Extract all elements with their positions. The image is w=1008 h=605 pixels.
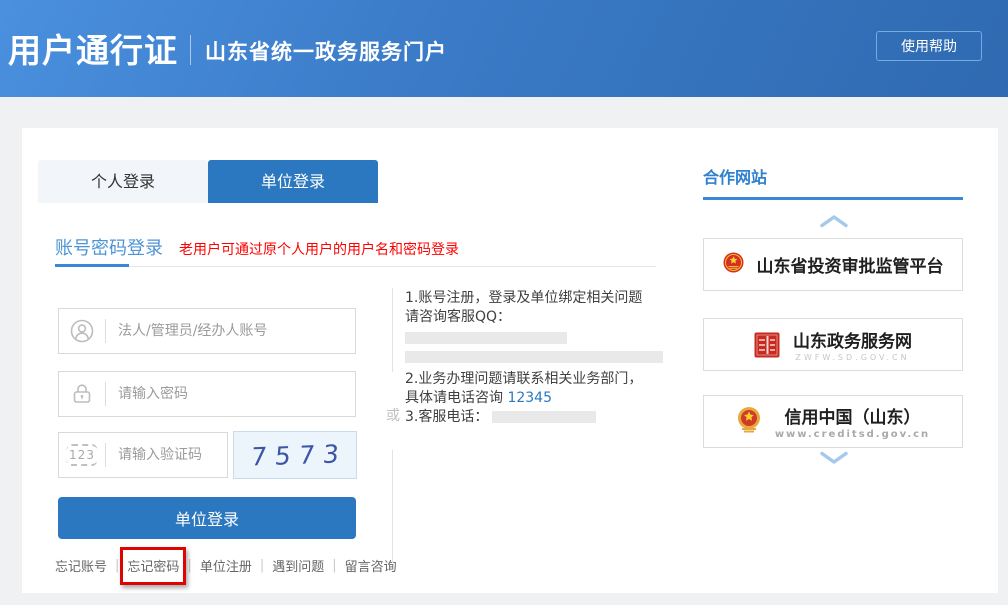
page: { "header": { "brand_title": "用户通行证", "b… [0,0,1008,605]
help-info-line5: 3.客服电话： [405,408,673,427]
partner-text: 山东政务服务网 ZWFW.SD.GOV.CN [793,327,912,362]
message-consult-link[interactable]: 留言咨询 [345,556,397,575]
middle-divider-bottom [392,450,393,563]
section-note: 老用户可通过原个人用户的用户名和密码登录 [179,242,459,258]
partners-title-underline [703,197,963,200]
user-icon [59,318,105,344]
partner-name: 信用中国（山东） [784,408,921,428]
partners-title: 合作网站 [703,168,768,187]
password-input[interactable] [118,386,355,402]
captcha-input[interactable] [118,447,227,463]
link-separator: | [259,558,265,573]
section-divider [55,266,656,267]
tab-unit-login[interactable]: 单位登录 [208,160,378,203]
partner-link-credit-china[interactable]: 信用中国（山东） www.creditsd.gov.cn [703,395,963,448]
link-separator: | [332,558,337,573]
redacted-phone-number [492,411,597,423]
help-info-block: 1.账号注册，登录及单位绑定相关问题 请咨询客服QQ： 2.业务办理问题请联系相… [405,289,673,427]
help-info-line2: 请咨询客服QQ： [405,309,512,325]
link-separator: | [187,558,192,573]
section-title: 账号密码登录 [55,238,163,259]
redacted-qq-number-1 [405,332,567,344]
chevron-down-icon[interactable] [819,450,849,464]
national-emblem-icon [723,252,744,277]
middle-divider-top [392,288,393,372]
login-section-head: 账号密码登录 老用户可通过原个人用户的用户名和密码登录 [55,234,459,260]
lock-icon [59,381,105,407]
partner-name: 山东政务服务网 [793,332,912,352]
unit-login-button[interactable]: 单位登录 [58,497,356,539]
partner-url: ZWFW.SD.GOV.CN [795,353,910,362]
gold-emblem-icon [736,405,762,439]
forgot-password-highlight-wrapper: 忘记密码 [120,547,187,585]
captcha-123-icon: 123 [59,444,105,466]
login-links-row: 忘记账号 | 忘记密码 | 单位注册 | 遇到问题 | 留言咨询 [55,547,397,585]
phone-12345-link[interactable]: 12345 [507,390,552,406]
partner-text: 山东省投资审批监管平台 [757,252,944,277]
help-info-line4: 具体请电话咨询 12345 [405,389,673,408]
help-info-line5-text: 3.客服电话： [405,409,489,425]
redacted-qq-number-2 [405,351,663,363]
field-separator [105,382,106,406]
forgot-account-link[interactable]: 忘记账号 [55,556,107,575]
account-field-wrapper [58,308,356,354]
page-header: 用户通行证 山东省统一政务服务门户 使用帮助 [0,0,1008,97]
help-info-line3: 2.业务办理问题请联系相关业务部门， [405,371,643,387]
field-separator [105,319,106,343]
help-info-line1: 1.账号注册，登录及单位绑定相关问题 [405,290,643,306]
partner-link-zwfw[interactable]: 山东政务服务网 ZWFW.SD.GOV.CN [703,318,963,371]
field-separator [105,443,106,467]
help-info-line4-text: 具体请电话咨询 [405,390,508,406]
tab-personal-login[interactable]: 个人登录 [38,160,208,203]
link-separator: | [115,558,120,573]
brand: 用户通行证 山东省统一政务服务门户 [8,24,447,72]
section-title-underline [55,264,129,267]
brand-separator [190,35,191,65]
partner-url: www.creditsd.gov.cn [774,429,931,440]
chevron-up-icon[interactable] [819,213,849,228]
partner-name: 山东省投资审批监管平台 [756,257,944,277]
help-button[interactable]: 使用帮助 [876,31,982,61]
login-panel-card: 个人登录 单位登录 账号密码登录 老用户可通过原个人用户的用户名和密码登录 法人… [22,128,998,593]
partner-text: 信用中国（山东） www.creditsd.gov.cn [775,403,930,440]
problems-link[interactable]: 遇到问题 [272,556,324,575]
forgot-password-link[interactable]: 忘记密码 [127,560,179,575]
password-field-wrapper [58,371,356,417]
shandong-seal-icon [754,332,780,358]
captcha-digits: 7573 [249,438,349,472]
or-label: 或 [386,408,400,424]
unit-register-link[interactable]: 单位注册 [200,556,252,575]
partner-link-investment-platform[interactable]: 山东省投资审批监管平台 [703,238,963,291]
captcha-image[interactable]: 7573 [233,431,357,479]
brand-subtitle: 山东省统一政务服务门户 [205,39,447,64]
brand-title: 用户通行证 [8,31,178,70]
captcha-field-wrapper: 123 [58,432,228,478]
account-input[interactable] [118,323,355,339]
